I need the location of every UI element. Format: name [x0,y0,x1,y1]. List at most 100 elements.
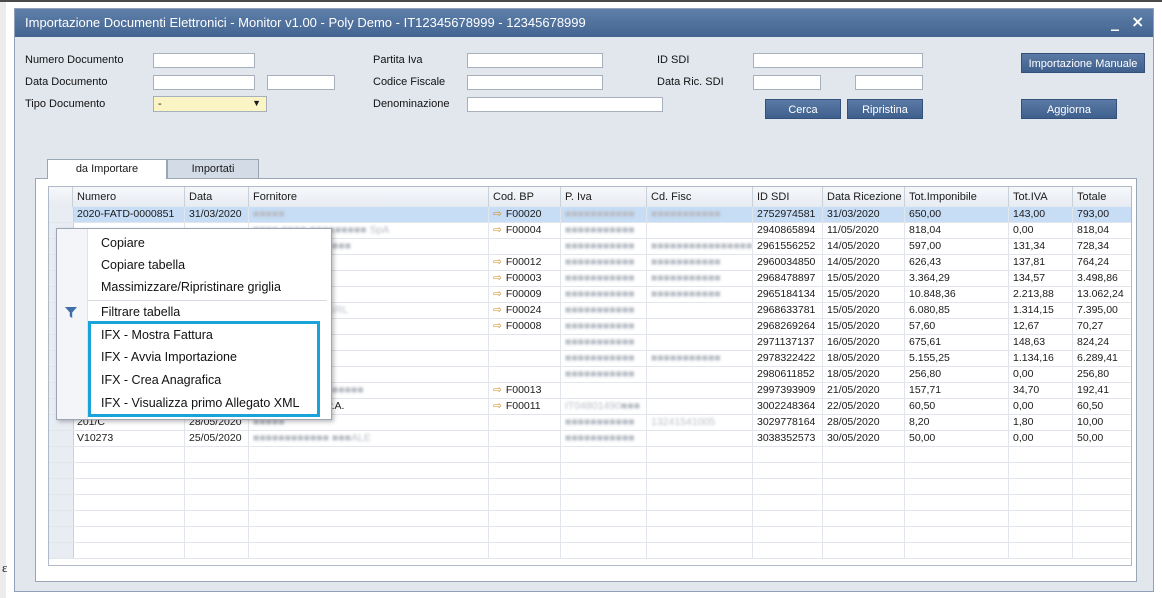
table-cell [185,527,249,542]
cell-text: 256,80 [1077,368,1110,380]
table-row[interactable] [49,527,1131,543]
arrow-right-icon[interactable]: ⇨ [493,288,502,300]
table-cell [489,527,561,542]
row-header[interactable] [49,447,74,462]
table-cell [561,447,647,462]
menu-item-ifx-mostra-fattura[interactable]: IFX - Mostra Fattura [101,325,213,345]
table-cell: 818,04 [1073,223,1131,238]
row-header[interactable] [49,479,74,494]
table-cell [905,527,1009,542]
cell-text: 13241541005 [651,416,716,428]
row-header[interactable] [49,431,74,446]
row-header[interactable] [49,527,74,542]
cell-text: 0,00 [1013,224,1034,236]
row-header[interactable] [49,463,74,478]
menu-item-ifx-visualizza-allegato[interactable]: IFX - Visualizza primo Allegato XML [101,393,299,413]
id-sdi-label: ID SDI [657,54,690,66]
arrow-right-icon[interactable]: ⇨ [493,400,502,412]
ripristina-button[interactable]: Ripristina [847,99,923,119]
tab-importati[interactable]: Importati [167,159,259,178]
arrow-right-icon[interactable]: ⇨ [493,256,502,268]
row-header[interactable] [49,495,74,510]
table-row[interactable]: V10273 25/05/2020 ■■■■■■■■■■■■ ■■■ALE ■■■■■… [49,431,1131,447]
table-cell [647,431,753,446]
partita-iva-input[interactable] [467,53,603,68]
arrow-right-icon[interactable]: ⇨ [493,224,502,236]
column-header[interactable]: Data [185,187,249,207]
arrow-right-icon[interactable]: ⇨ [493,272,502,284]
column-header[interactable]: Numero [73,187,185,207]
id-sdi-input[interactable] [753,53,923,68]
funnel-icon [65,307,77,318]
column-header[interactable]: ID SDI [753,187,823,207]
table-cell: IT04801490■■■ [561,399,647,414]
table-row[interactable] [49,447,1131,463]
menu-item-ifx-avvia-importazione[interactable]: IFX - Avvia Importazione [101,347,237,367]
column-header[interactable]: Data Ricezione [823,187,905,207]
cell-text: 2978322422 [757,352,816,364]
data-ric-sdi-from-input[interactable] [753,75,821,90]
table-cell [73,527,185,542]
cell-text: 2.213,88 [1013,288,1054,300]
cell-text: ■■■■■■■■■■■ [565,256,635,268]
chevron-down-icon: ▼ [252,98,261,108]
table-row[interactable] [49,511,1131,527]
column-header[interactable]: P. Iva [561,187,647,207]
data-documento-to-input[interactable] [267,75,335,90]
menu-item-filtrare-tabella[interactable]: Filtrare tabella [101,302,180,322]
row-header[interactable] [49,543,74,558]
row-header[interactable] [49,207,74,222]
table-cell: 15/05/2020 [823,303,905,318]
arrow-right-icon[interactable]: ⇨ [493,320,502,332]
table-cell [561,479,647,494]
column-header[interactable]: Cd. Fisc [647,187,753,207]
table-cell [489,415,561,430]
cerca-button[interactable]: Cerca [765,99,841,119]
table-cell: 25/05/2020 [185,431,249,446]
menu-item-copiare[interactable]: Copiare [101,233,145,253]
table-cell: 10,00 [1073,415,1131,430]
column-header[interactable]: Fornitore [249,187,489,207]
cell-text: 6.080,85 [909,304,950,316]
codice-fiscale-input[interactable] [467,75,603,90]
row-header[interactable] [49,511,74,526]
column-header[interactable]: Tot.IVA [1009,187,1073,207]
table-row[interactable] [49,463,1131,479]
table-row[interactable]: 2020-FATD-0000851 31/03/2020 ■■■■■ ⇨ F00020 ■… [49,207,1131,223]
minimize-button[interactable]: _ [1111,12,1119,31]
aggiorna-button[interactable]: Aggiorna [1021,99,1117,119]
data-ric-sdi-to-input[interactable] [855,75,923,90]
arrow-right-icon[interactable]: ⇨ [493,304,502,316]
table-row[interactable] [49,495,1131,511]
table-cell [647,511,753,526]
table-cell [753,511,823,526]
numero-documento-input[interactable] [153,53,255,68]
cell-text: F00024 [505,304,542,316]
table-cell [753,479,823,494]
table-cell: ⇨ F00011 [489,399,561,414]
table-cell: 6.289,41 [1073,351,1131,366]
table-cell: 60,50 [905,399,1009,414]
column-header[interactable]: Totale [1073,187,1131,207]
column-header[interactable]: Tot.Imponibile [905,187,1009,207]
table-row[interactable] [49,543,1131,559]
table-cell [489,351,561,366]
menu-item-massimizzare[interactable]: Massimizzare/Ripristinare griglia [101,277,281,297]
importazione-manuale-button[interactable]: Importazione Manuale [1021,53,1145,73]
data-documento-from-input[interactable] [153,75,255,90]
cell-text: ■■■■■■■■■■■ [651,256,721,268]
arrow-right-icon[interactable]: ⇨ [493,208,502,220]
table-row[interactable] [49,479,1131,495]
arrow-right-icon[interactable]: ⇨ [493,384,502,396]
tab-da-importare[interactable]: da Importare [47,159,167,179]
close-button[interactable]: × [1131,12,1144,31]
cell-text: 31/03/2020 [189,208,242,220]
table-cell [823,527,905,542]
table-cell: ■■■■■■■■■■■ [561,271,647,286]
menu-item-ifx-crea-anagrafica[interactable]: IFX - Crea Anagrafica [101,370,221,390]
table-cell: V10273 [73,431,185,446]
tipo-documento-select[interactable]: - ▼ [153,96,267,112]
column-header[interactable]: Cod. BP [489,187,561,207]
menu-item-copiare-tabella[interactable]: Copiare tabella [101,255,185,275]
denominazione-input[interactable] [467,97,663,112]
